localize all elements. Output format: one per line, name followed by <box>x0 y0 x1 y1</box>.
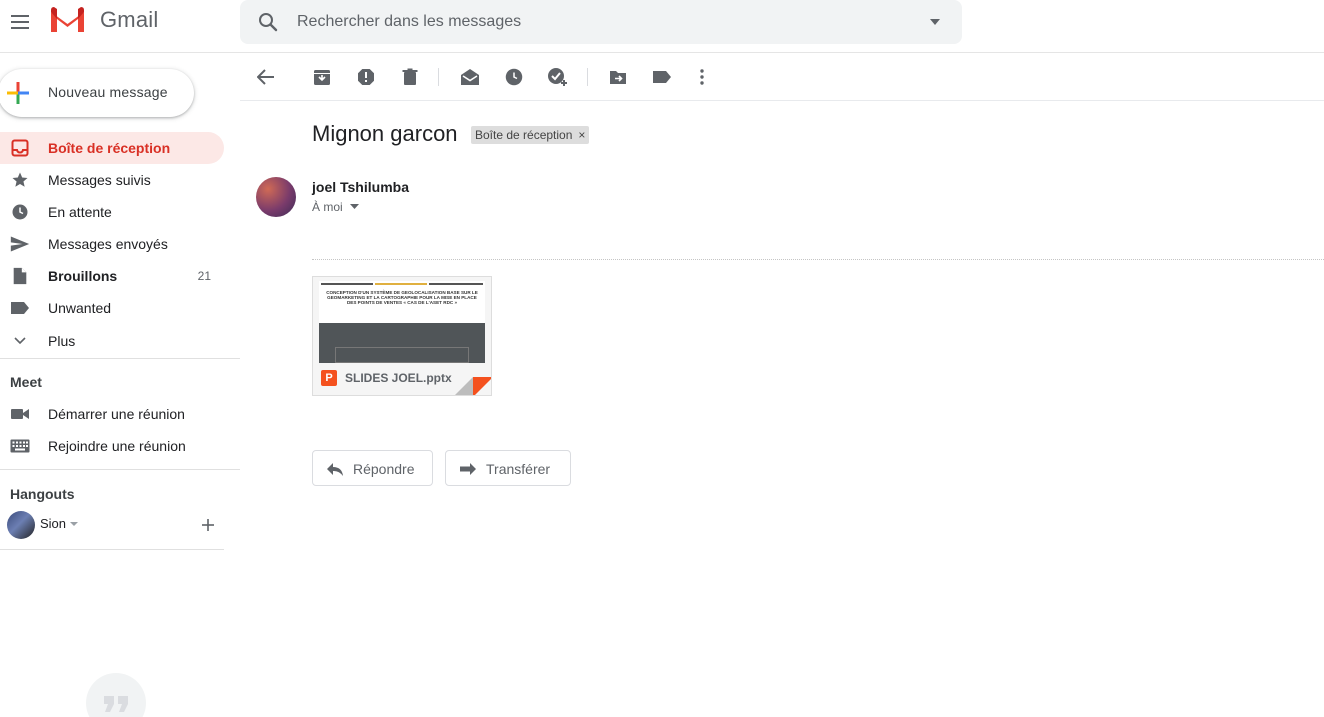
gmail-m-icon <box>51 7 84 32</box>
compose-button[interactable]: Nouveau message <box>0 69 194 117</box>
top-header: Gmail <box>0 0 1324 53</box>
labels-button[interactable] <box>650 65 674 89</box>
snooze-button[interactable] <box>502 65 526 89</box>
search-bar[interactable] <box>240 0 962 44</box>
sidebar-item-more[interactable]: Plus <box>0 325 224 357</box>
send-icon <box>10 234 30 254</box>
meet-item-label: Démarrer une réunion <box>48 406 185 422</box>
star-icon <box>10 170 30 190</box>
message-subject: Mignon garcon <box>312 121 458 146</box>
message-divider <box>312 259 1324 260</box>
mark-unread-icon <box>461 69 479 85</box>
archive-button[interactable] <box>310 65 334 89</box>
sidebar-item-label: Messages envoyés <box>48 236 168 252</box>
attachment-preview-title: CONCEPTION D'UN SYSTÈME DE GEOLOCALISATI… <box>326 290 478 306</box>
delete-icon <box>402 68 418 85</box>
meet-section-title: Meet <box>10 374 42 390</box>
main-menu-button[interactable] <box>8 10 32 34</box>
reply-icon <box>327 463 343 476</box>
sidebar-item-drafts[interactable]: Brouillons 21 <box>0 260 224 292</box>
move-to-icon <box>610 71 626 84</box>
sidebar-item-unwanted[interactable]: Unwanted <box>0 292 224 324</box>
meet-item-label: Rejoindre une réunion <box>48 438 186 454</box>
sidebar-divider <box>0 358 240 359</box>
reply-button[interactable]: Répondre <box>312 450 433 486</box>
label-chip-text: Boîte de réception <box>475 128 573 142</box>
hangouts-user-name[interactable]: Sion <box>40 516 66 531</box>
sidebar-item-label: Brouillons <box>48 268 118 284</box>
sidebar-item-inbox[interactable]: Boîte de réception <box>0 132 224 164</box>
search-icon[interactable] <box>256 10 280 34</box>
show-details-icon[interactable] <box>350 204 359 209</box>
attachment-card[interactable]: CONCEPTION D'UN SYSTÈME DE GEOLOCALISATI… <box>312 276 492 396</box>
search-options-button[interactable] <box>926 13 944 31</box>
app-name: Gmail <box>100 7 159 32</box>
forward-icon <box>460 463 476 475</box>
draft-icon <box>10 266 30 286</box>
file-corner-icon <box>455 377 491 395</box>
avatar[interactable] <box>256 177 296 217</box>
toolbar-separator <box>587 68 588 86</box>
sidebar-item-snoozed[interactable]: En attente <box>0 196 224 228</box>
toolbar-divider <box>240 100 1324 101</box>
chevron-down-icon <box>10 331 30 351</box>
plus-icon <box>7 82 29 104</box>
recipient-text: À moi <box>312 200 343 214</box>
labels-icon <box>653 71 671 83</box>
snooze-icon <box>505 68 523 86</box>
mark-unread-button[interactable] <box>458 65 482 89</box>
reply-label: Répondre <box>353 461 415 477</box>
forward-label: Transférer <box>486 461 551 477</box>
attachment-filename: SLIDES JOEL.pptx <box>345 371 452 385</box>
search-input[interactable] <box>297 0 897 44</box>
attachment-preview: CONCEPTION D'UN SYSTÈME DE GEOLOCALISATI… <box>319 281 485 363</box>
powerpoint-icon: P <box>321 370 337 386</box>
sidebar-item-label: En attente <box>48 204 112 220</box>
add-contact-icon[interactable] <box>199 516 217 534</box>
hamburger-icon <box>11 15 29 29</box>
more-icon <box>700 69 704 85</box>
sidebar-item-sent[interactable]: Messages envoyés <box>0 228 224 260</box>
gmail-logo[interactable]: Gmail <box>49 6 158 34</box>
inbox-icon <box>10 138 30 158</box>
keyboard-icon <box>10 436 30 456</box>
sidebar-item-label: Boîte de réception <box>48 140 171 156</box>
sidebar-item-label: Plus <box>48 333 76 349</box>
back-icon <box>257 69 274 85</box>
label-chip[interactable]: Boîte de réception × <box>471 126 590 144</box>
meet-join-meeting[interactable]: Rejoindre une réunion <box>0 430 224 462</box>
hangouts-section-title: Hangouts <box>10 486 75 502</box>
sidebar-item-starred[interactable]: Messages suivis <box>0 164 224 196</box>
video-icon <box>10 404 30 424</box>
sidebar-item-label: Unwanted <box>48 300 112 316</box>
archive-icon <box>314 70 330 85</box>
label-chip-remove-button[interactable]: × <box>578 128 585 142</box>
forward-button[interactable]: Transférer <box>445 450 571 486</box>
meet-start-meeting[interactable]: Démarrer une réunion <box>0 398 224 430</box>
delete-button[interactable] <box>398 65 422 89</box>
toolbar-separator <box>438 68 439 86</box>
quote-icon <box>104 696 128 712</box>
more-options-button[interactable] <box>690 65 714 89</box>
sidebar-divider <box>0 549 224 550</box>
report-spam-icon <box>358 69 374 85</box>
avatar[interactable] <box>7 511 35 539</box>
add-to-tasks-button[interactable] <box>546 65 570 89</box>
sidebar-divider <box>0 469 240 470</box>
compose-label: Nouveau message <box>48 84 168 100</box>
caret-down-icon <box>930 19 940 25</box>
label-icon <box>10 298 30 318</box>
sender-name[interactable]: joel Tshilumba <box>312 179 409 195</box>
sidebar-item-label: Messages suivis <box>48 172 151 188</box>
clock-icon <box>10 202 30 222</box>
report-spam-button[interactable] <box>354 65 378 89</box>
move-to-button[interactable] <box>606 65 630 89</box>
add-to-tasks-icon <box>548 68 567 86</box>
back-button[interactable] <box>254 65 278 89</box>
caret-down-icon[interactable] <box>70 522 78 526</box>
attachment-footer: P SLIDES JOEL.pptx <box>313 363 491 395</box>
drafts-count: 21 <box>197 269 211 283</box>
